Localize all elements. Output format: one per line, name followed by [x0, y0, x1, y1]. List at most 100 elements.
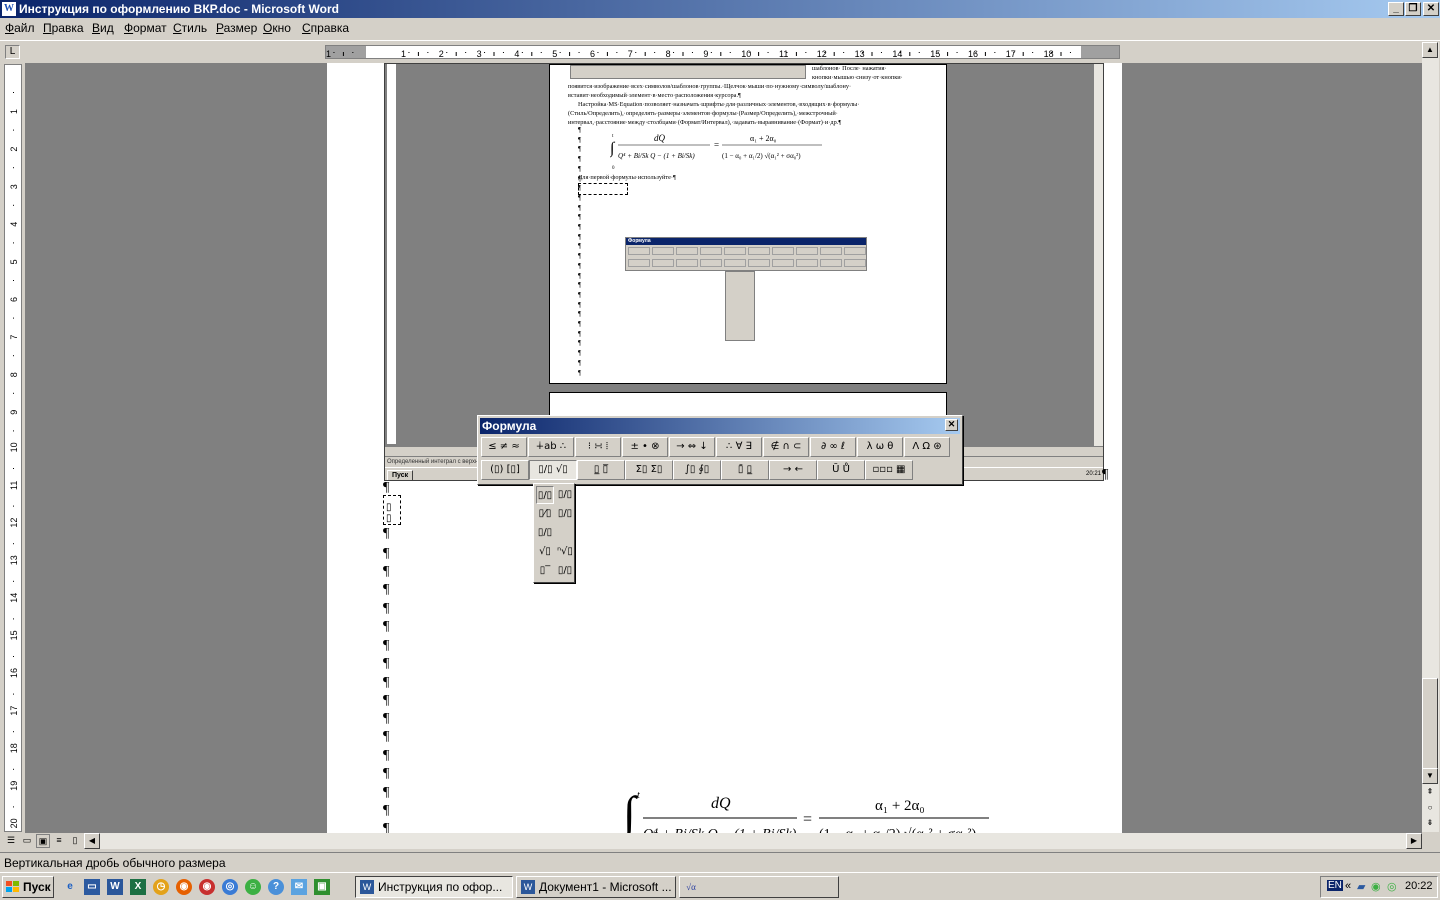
antivirus-tray-icon[interactable]: ◉: [1371, 880, 1381, 893]
template-palette-button[interactable]: ▯/▯ √▯: [529, 460, 577, 480]
previous-page-button[interactable]: ⇞: [1422, 785, 1438, 801]
reading-view-icon[interactable]: ▯: [68, 834, 82, 848]
horizontal-scrollbar[interactable]: ◀ ▶: [84, 833, 1422, 849]
formula-toolbar[interactable]: Формула ✕ ≤ ≠ ≈ ∔ab ∴ ⁝ ∺ ⦙ ± • ⊗ → ⇔ ↓ ∴ ∀ ∃…: [477, 415, 963, 485]
update-tray-icon[interactable]: ◎: [1387, 880, 1397, 893]
menu-edit[interactable]: Правка: [43, 21, 84, 35]
menu-help[interactable]: Справка: [302, 21, 349, 35]
opera-icon[interactable]: ◉: [199, 879, 215, 895]
print-layout-icon[interactable]: ▣: [36, 834, 50, 848]
embedded-formula-toolbar-title: Формула: [626, 238, 866, 245]
app-icon[interactable]: ▣: [314, 879, 330, 895]
formula-object-placeholder[interactable]: ▯ ▯: [383, 495, 401, 525]
scroll-left-button[interactable]: ◀: [84, 833, 100, 849]
scroll-down-button[interactable]: ▼: [1422, 768, 1438, 784]
word-app-icon[interactable]: W: [2, 2, 16, 16]
svg-text:▯: ▯: [386, 513, 392, 524]
formula-toolbar-title[interactable]: Формула ✕: [480, 418, 960, 434]
ruler-tick: [13, 693, 14, 695]
task-instruction-doc[interactable]: W Инструкция по офор...: [355, 876, 513, 898]
embedded-toolbar-button: [724, 259, 746, 267]
restore-button[interactable]: ❐: [1405, 2, 1421, 16]
template-palette-button[interactable]: Ū Ů: [817, 460, 865, 480]
fraction-template-option[interactable]: ▯/▯: [556, 562, 574, 580]
next-page-button[interactable]: ⇟: [1422, 816, 1438, 832]
outline-view-icon[interactable]: ≡: [52, 834, 66, 848]
symbol-palette-button[interactable]: Λ Ω ⊛: [904, 437, 950, 457]
symbol-palette-button[interactable]: ∴ ∀ ∃: [716, 437, 762, 457]
template-palette-button[interactable]: (▯) [▯]: [481, 460, 529, 480]
title-bar: W Инструкция по оформлению ВКР.doc - Mic…: [0, 0, 1440, 18]
fraction-template-palette[interactable]: ▯/▯ ▯/▯ ▯⁄▯ ▯/▯ ▯/▯ √▯ ⁿ√▯ ▯‾ ▯/▯: [533, 483, 575, 583]
template-palette-button[interactable]: ▯̄ ▯̲: [721, 460, 769, 480]
word-icon[interactable]: W: [107, 879, 123, 895]
symbol-palette-button[interactable]: ≤ ≠ ≈: [481, 437, 527, 457]
paragraph-mark: ¶: [383, 526, 390, 541]
task-document1[interactable]: W Документ1 - Microsoft ...: [516, 876, 676, 898]
symbol-palette-button[interactable]: ∉ ∩ ⊂: [763, 437, 809, 457]
vertical-scrollbar[interactable]: ▲ ▼ ⇞ ○ ⇟: [1422, 42, 1439, 832]
internet-explorer-icon[interactable]: e: [62, 879, 78, 895]
scroll-right-button[interactable]: ▶: [1406, 833, 1422, 849]
ruler-number: 6: [590, 49, 595, 59]
fraction-template-option[interactable]: ⁿ√▯: [556, 543, 574, 561]
symbol-palette-button[interactable]: ± • ⊗: [622, 437, 668, 457]
fraction-template-option[interactable]: ▯/▯: [536, 524, 554, 542]
template-palette-button[interactable]: ▫▫▫ ▦: [865, 460, 913, 480]
ruler-number: 11: [779, 49, 788, 59]
fraction-template-option[interactable]: ▯/▯: [556, 486, 574, 504]
vertical-ruler[interactable]: 123456789101112131415161718192021: [4, 64, 22, 866]
symbol-palette-button[interactable]: → ⇔ ↓: [669, 437, 715, 457]
symbol-palette-button[interactable]: ∔ab ∴: [528, 437, 574, 457]
integral-formula[interactable]: ∫ t dQ Q⁴ + Bi/Sk Q − (1 + Bi/Sk) = α₁ +…: [620, 787, 1003, 833]
fraction-template-option[interactable]: ▯/▯: [556, 505, 574, 523]
start-button[interactable]: Пуск: [2, 876, 54, 898]
network-tray-icon[interactable]: ▰: [1357, 880, 1365, 893]
template-palette-button[interactable]: → ←: [769, 460, 817, 480]
formula-toolbar-close-button[interactable]: ✕: [945, 419, 958, 431]
menu-size[interactable]: Размер: [216, 21, 257, 35]
browse-object-button[interactable]: ○: [1422, 801, 1438, 817]
ruler-number: 13: [9, 555, 19, 565]
menu-style[interactable]: Стиль: [173, 21, 207, 35]
fraction-template-option[interactable]: ▯‾: [536, 562, 554, 580]
desktop-icon[interactable]: ▭: [84, 879, 100, 895]
minimize-button[interactable]: _: [1388, 2, 1404, 16]
ruler-tick: [13, 92, 14, 93]
menu-view[interactable]: Вид: [92, 21, 114, 35]
close-button[interactable]: ✕: [1423, 2, 1439, 16]
excel-icon[interactable]: X: [130, 879, 146, 895]
task-equation-editor[interactable]: √α: [679, 876, 839, 898]
chat-app-icon[interactable]: ✉: [291, 879, 307, 895]
tab-selector[interactable]: L: [5, 45, 20, 59]
word-doc-icon: W: [360, 880, 374, 894]
system-tray: EN « ▰ ◉ ◎ 20:22: [1320, 876, 1438, 898]
template-palette-button[interactable]: Σ▯ Σ▯: [625, 460, 673, 480]
messenger-icon[interactable]: ☺: [245, 879, 261, 895]
scroll-up-button[interactable]: ▲: [1422, 42, 1438, 58]
clock-app-icon[interactable]: ◷: [153, 879, 169, 895]
search-app-icon[interactable]: ?: [268, 879, 284, 895]
ruler-number: 1: [326, 49, 331, 59]
menu-file[interactable]: Файл: [5, 21, 35, 35]
ruler-tick: [427, 52, 429, 53]
normal-view-icon[interactable]: ☰: [4, 834, 18, 848]
fraction-template-option[interactable]: √▯: [536, 543, 554, 561]
menu-window[interactable]: Окно: [263, 21, 291, 35]
symbol-palette-button[interactable]: ⁝ ∺ ⦙: [575, 437, 621, 457]
firefox-icon[interactable]: ◉: [176, 879, 192, 895]
language-indicator[interactable]: EN: [1327, 880, 1343, 891]
symbol-palette-button[interactable]: λ ω θ: [857, 437, 903, 457]
tray-expand-icon[interactable]: «: [1345, 880, 1351, 892]
horizontal-ruler[interactable]: 1 1 2 3 4 5 6 7 8 9 10 11 12 13 14 15 16 17 18: [325, 45, 1120, 59]
menu-format[interactable]: Формат: [124, 21, 167, 35]
fraction-template-option[interactable]: ▯/▯: [536, 486, 554, 504]
web-view-icon[interactable]: ▭: [20, 834, 34, 848]
embedded-text-line: шаблонов· После· нажатия·: [812, 65, 887, 72]
template-palette-button[interactable]: ▯̲ ▯̅: [577, 460, 625, 480]
ruler-number: 15: [9, 630, 19, 640]
network-icon[interactable]: ◎: [222, 879, 238, 895]
symbol-palette-button[interactable]: ∂ ∞ ℓ: [810, 437, 856, 457]
fraction-template-option[interactable]: ▯⁄▯: [536, 505, 554, 523]
template-palette-button[interactable]: ∫▯ ∮▯: [673, 460, 721, 480]
